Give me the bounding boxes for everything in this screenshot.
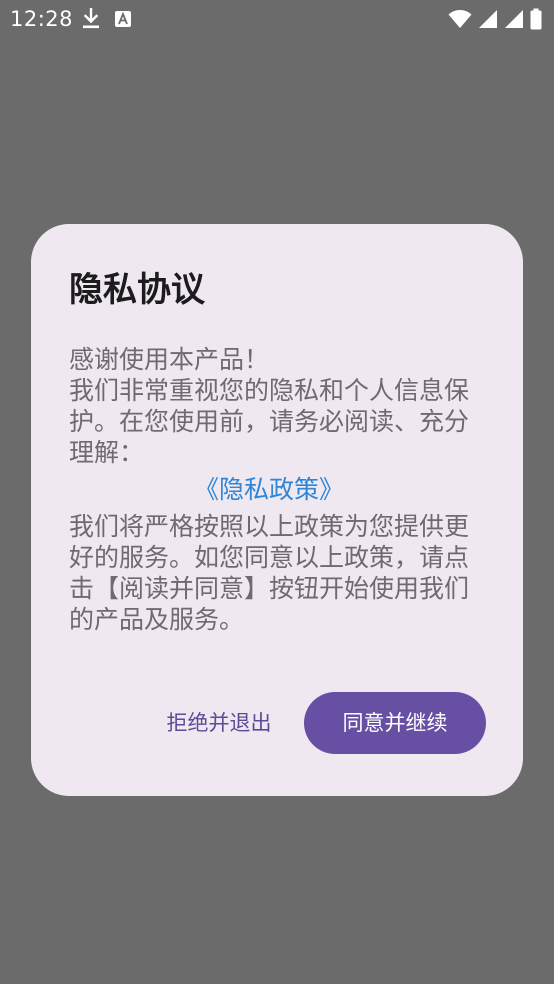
dialog-body: 感谢使用本产品！ 我们非常重视您的隐私和个人信息保护。在您使用前，请务必阅读、充… bbox=[69, 344, 469, 635]
dialog-actions: 拒绝并退出 同意并继续 bbox=[31, 692, 523, 754]
privacy-policy-link[interactable]: 《隐私政策》 bbox=[69, 474, 469, 505]
status-time: 12:28 bbox=[10, 7, 74, 31]
status-right-icons bbox=[448, 8, 542, 30]
status-bar: 12:28 bbox=[0, 0, 554, 38]
signal-icon-2 bbox=[504, 9, 524, 29]
dialog-title: 隐私协议 bbox=[69, 270, 205, 310]
signal-icon bbox=[478, 9, 498, 29]
decline-button[interactable]: 拒绝并退出 bbox=[149, 692, 289, 754]
privacy-dialog: 隐私协议 感谢使用本产品！ 我们非常重视您的隐私和个人信息保护。在您使用前，请务… bbox=[31, 224, 523, 796]
accept-button[interactable]: 同意并继续 bbox=[304, 692, 486, 754]
status-left-icons bbox=[82, 8, 132, 30]
download-icon bbox=[82, 8, 100, 30]
battery-icon bbox=[530, 8, 542, 30]
dialog-body-outro: 我们将严格按照以上政策为您提供更好的服务。如您同意以上政策，请点击【阅读并同意】… bbox=[69, 512, 470, 634]
wifi-icon bbox=[448, 9, 472, 29]
dialog-body-intro: 感谢使用本产品！ 我们非常重视您的隐私和个人信息保护。在您使用前，请务必阅读、充… bbox=[69, 345, 470, 467]
app-notification-icon bbox=[114, 10, 132, 28]
